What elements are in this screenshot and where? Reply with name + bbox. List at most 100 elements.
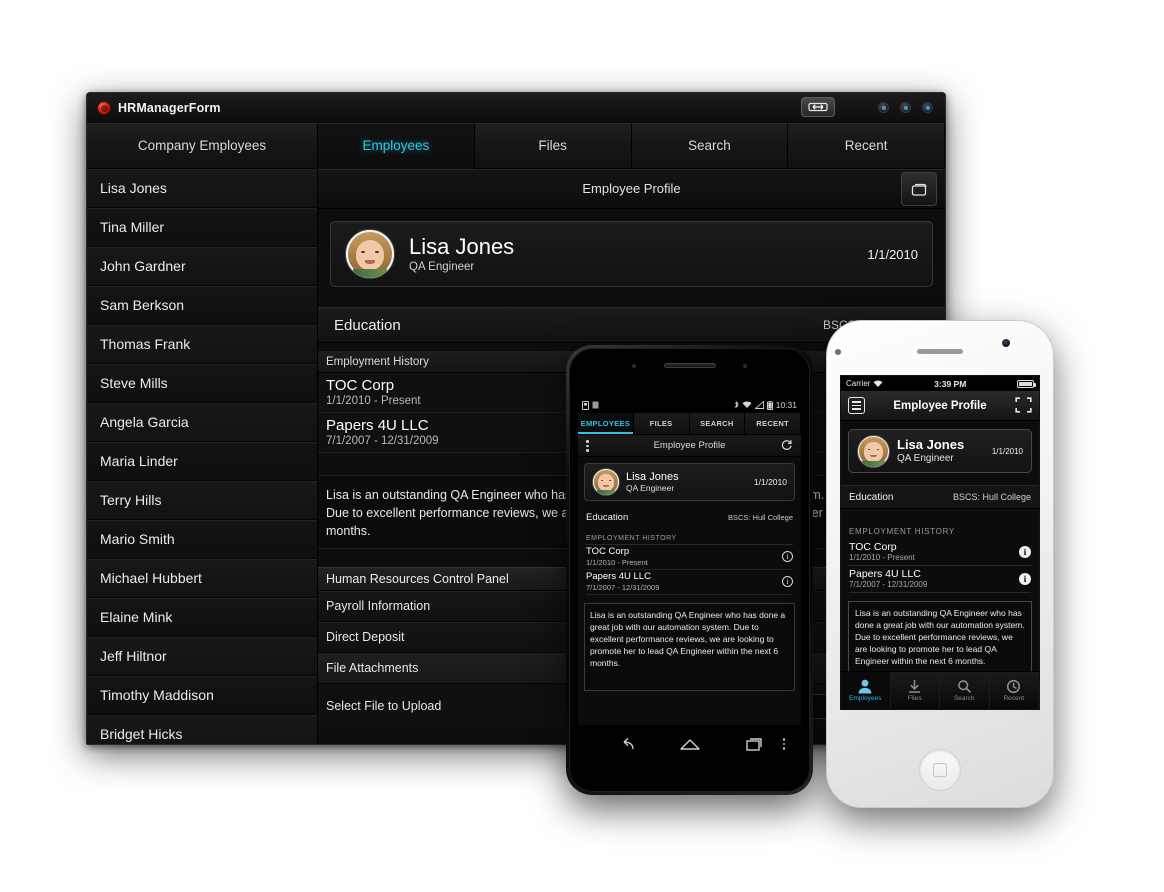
app-logo-icon [97, 100, 111, 115]
ios-status-bar: Carrier 3:39 PM [841, 376, 1039, 391]
list-item[interactable]: Thomas Frank [87, 325, 317, 364]
tab-search[interactable]: Search [631, 123, 789, 169]
employment-history-header: EMPLOYMENT HISTORY [849, 526, 955, 536]
proximity-sensor-icon [632, 364, 636, 368]
profile-info: Lisa Jones QA Engineer [409, 235, 867, 272]
table-row[interactable]: Papers 4U LLC 7/1/2007 - 12/31/2009 i [586, 570, 793, 595]
tab-files[interactable]: Files [474, 123, 632, 169]
menu-dots-icon[interactable] [782, 738, 785, 752]
job-cell: Papers 4U LLC 7/1/2007 - 12/31/2009 [586, 570, 660, 592]
education-row[interactable]: Education BSCS: Hull College [586, 507, 793, 527]
profile-info: Lisa Jones QA Engineer [626, 471, 679, 493]
kebab-menu-icon[interactable] [586, 440, 589, 454]
profile-card[interactable]: Lisa Jones QA Engineer 1/1/2010 [848, 429, 1032, 473]
resize-arrows-icon[interactable] [801, 97, 835, 117]
list-menu-icon[interactable] [848, 397, 865, 414]
expand-icon[interactable] [901, 172, 937, 206]
resize-arrows-glyph [808, 102, 828, 112]
tab-search[interactable]: Search [940, 672, 990, 709]
profile-role: QA Engineer [626, 483, 675, 494]
info-icon[interactable]: i [782, 576, 793, 588]
list-item[interactable]: Elaine Mink [87, 598, 317, 637]
education-value: BSCS: Hull College [952, 492, 1031, 502]
wifi-icon [742, 401, 752, 408]
page-title: Employee Profile [893, 399, 987, 412]
battery-icon [1016, 379, 1036, 388]
tab-search[interactable]: SEARCH [689, 413, 746, 434]
bluetooth-icon [734, 400, 739, 408]
profile-notes: Lisa is an outstanding QA Engineer who h… [584, 602, 795, 691]
tab-employees[interactable]: EMPLOYEES [578, 413, 634, 434]
carrier-label: Carrier [846, 379, 871, 388]
info-icon[interactable]: i [1019, 572, 1031, 585]
job-dates: 1/1/2010 - Present [849, 553, 915, 563]
magnifier-icon [957, 680, 971, 694]
tab-files[interactable]: Files [891, 672, 940, 709]
android-phone-top [570, 349, 809, 399]
tab-recent[interactable]: Recent [788, 123, 945, 169]
tab-label: Recent [1003, 695, 1025, 702]
tab-label: Files [907, 695, 922, 702]
info-icon[interactable]: i [1019, 545, 1031, 558]
job-company: Papers 4U LLC [849, 568, 921, 581]
list-item[interactable]: Timothy Maddison [87, 676, 317, 715]
job-dates: 7/1/2007 - 12/31/2009 [586, 582, 660, 592]
list-item[interactable]: Lisa Jones [87, 169, 317, 208]
employee-list-sidebar[interactable]: Lisa Jones Tina Miller John Gardner Sam … [87, 169, 318, 744]
list-item[interactable]: Bridget Hicks [87, 715, 317, 744]
back-icon[interactable] [615, 737, 635, 753]
education-row[interactable]: Education BSCS: Hull College [841, 485, 1039, 509]
list-item[interactable]: Angela Garcia [87, 403, 317, 442]
job-company: Papers 4U LLC [586, 570, 651, 582]
person-icon [858, 679, 872, 694]
profile-start-date: 1/1/2010 [753, 477, 787, 487]
proximity-sensor-icon [835, 349, 841, 355]
tab-employees[interactable]: Employees [318, 123, 475, 169]
tab-files[interactable]: FILES [633, 413, 690, 434]
employment-history-header: EMPLOYMENT HISTORY [586, 535, 793, 545]
list-item[interactable]: Sam Berkson [87, 286, 317, 325]
tab-employees[interactable]: Employees [841, 672, 891, 709]
expand-icon[interactable] [1015, 397, 1032, 418]
tab-recent[interactable]: RECENT [745, 413, 801, 434]
avatar-face-illustration [858, 435, 889, 467]
avatar [857, 434, 890, 468]
signal-icon [754, 401, 764, 409]
page-title: Employee Profile [582, 181, 681, 196]
tab-company-employees[interactable]: Company Employees [87, 123, 318, 169]
profile-role: QA Engineer [409, 260, 475, 273]
list-item[interactable]: Jeff Hiltnor [87, 637, 317, 676]
home-icon[interactable] [679, 737, 701, 753]
profile-info: Lisa Jones QA Engineer [897, 438, 964, 464]
sd-card-icon [592, 401, 599, 409]
android-screen: 10:31 EMPLOYEES FILES SEARCH RECENT Empl… [578, 397, 801, 727]
list-item[interactable]: Mario Smith [87, 520, 317, 559]
profile-card[interactable]: Lisa Jones QA Engineer 1/1/2010 [330, 221, 933, 287]
earpiece-speaker [917, 349, 963, 354]
front-camera-icon [1002, 339, 1010, 347]
window-dot-close[interactable] [922, 102, 933, 113]
tab-recent[interactable]: Recent [990, 672, 1039, 709]
sim-icon [582, 400, 589, 410]
android-tabstrip: EMPLOYEES FILES SEARCH RECENT [578, 413, 801, 435]
table-row[interactable]: Papers 4U LLC 7/1/2007 - 12/31/2009 i [849, 566, 1031, 594]
list-item[interactable]: Steve Mills [87, 364, 317, 403]
list-item[interactable]: John Gardner [87, 247, 317, 286]
list-item[interactable]: Tina Miller [87, 208, 317, 247]
list-item[interactable]: Terry Hills [87, 481, 317, 520]
recents-icon[interactable] [745, 737, 765, 753]
window-dot-maximize[interactable] [900, 102, 911, 113]
home-button[interactable] [919, 749, 961, 791]
table-row[interactable]: TOC Corp 1/1/2010 - Present i [586, 545, 793, 570]
list-item[interactable]: Maria Linder [87, 442, 317, 481]
profile-card[interactable]: Lisa Jones QA Engineer 1/1/2010 [584, 463, 795, 501]
info-icon[interactable]: i [782, 551, 793, 563]
window-dot-minimize[interactable] [878, 102, 889, 113]
refresh-icon[interactable] [781, 439, 793, 455]
profile-header: Employee Profile [318, 169, 945, 209]
job-cell: Papers 4U LLC 7/1/2007 - 12/31/2009 [849, 568, 927, 589]
list-item[interactable]: Michael Hubbert [87, 559, 317, 598]
table-row[interactable]: TOC Corp 1/1/2010 - Present i [849, 539, 1031, 567]
refresh-glyph [781, 440, 792, 450]
tab-label: Search [953, 695, 975, 702]
